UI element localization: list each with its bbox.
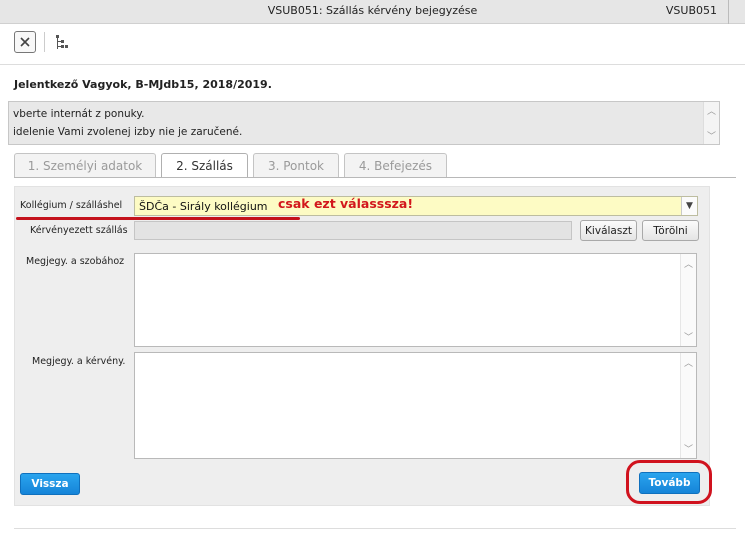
tab-strip-line bbox=[14, 177, 736, 178]
room-note-scrollbar[interactable]: ︿ ﹀ bbox=[680, 254, 696, 346]
dormitory-value: ŠDČa - Sirály kollégium bbox=[139, 200, 268, 213]
select-button[interactable]: Kiválaszt bbox=[580, 220, 637, 241]
toolbar bbox=[0, 24, 745, 62]
info-line-1: vberte internát z ponuky. bbox=[13, 108, 145, 120]
toolbar-divider bbox=[0, 64, 745, 65]
annotation-underline bbox=[16, 217, 300, 220]
request-note-label: Megjegy. a kérvény. bbox=[32, 356, 126, 367]
dormitory-select[interactable]: ŠDČa - Sirály kollégium ▼ bbox=[134, 196, 698, 216]
delete-button[interactable]: Törölni bbox=[642, 220, 699, 241]
scroll-up-icon[interactable]: ︿ bbox=[684, 356, 693, 369]
scroll-down-icon[interactable]: ﹀ bbox=[684, 330, 693, 343]
bottom-divider bbox=[14, 528, 736, 529]
requested-room-field bbox=[134, 221, 572, 240]
title-separator bbox=[728, 0, 729, 24]
highlight-circle bbox=[626, 460, 712, 504]
request-note-scrollbar[interactable]: ︿ ﹀ bbox=[680, 353, 696, 458]
requested-room-label: Kérvényezett szállás bbox=[30, 225, 128, 236]
tab-accommodation[interactable]: 2. Szállás bbox=[161, 153, 248, 178]
annotation-text: csak ezt válasssza! bbox=[278, 196, 414, 211]
close-icon bbox=[20, 37, 30, 47]
close-button[interactable] bbox=[14, 31, 36, 53]
info-line-2: idelenie Vami zvolenej izby nie je zaruč… bbox=[13, 126, 243, 138]
window-code: VSUB051 bbox=[665, 4, 717, 17]
dormitory-label: Kollégium / szálláshel bbox=[20, 200, 123, 211]
tab-points[interactable]: 3. Pontok bbox=[253, 153, 339, 177]
applicant-header: Jelentkező Vagyok, B-MJdb15, 2018/2019. bbox=[14, 78, 272, 91]
back-button[interactable]: Vissza bbox=[20, 473, 80, 495]
request-note-textarea[interactable]: ︿ ﹀ bbox=[134, 352, 697, 459]
scroll-up-icon[interactable]: ︿ bbox=[684, 257, 693, 270]
scroll-down-icon[interactable]: ﹀ bbox=[684, 442, 693, 455]
tab-personal-data[interactable]: 1. Személyi adatok bbox=[14, 153, 156, 177]
room-note-textarea[interactable]: ︿ ﹀ bbox=[134, 253, 697, 347]
hierarchy-icon[interactable] bbox=[54, 34, 70, 50]
info-box: vberte internát z ponuky. idelenie Vami … bbox=[8, 101, 720, 145]
title-bar: VSUB051: Szállás kérvény bejegyzése VSUB… bbox=[0, 0, 745, 24]
toolbar-separator bbox=[44, 32, 45, 52]
scroll-up-icon[interactable]: ︿ bbox=[707, 104, 716, 117]
info-scrollbar[interactable]: ︿ ﹀ bbox=[703, 102, 719, 144]
chevron-down-icon[interactable]: ▼ bbox=[681, 197, 697, 215]
scroll-down-icon[interactable]: ﹀ bbox=[707, 129, 716, 142]
room-note-label: Megjegy. a szobához bbox=[26, 256, 125, 267]
window-title: VSUB051: Szállás kérvény bejegyzése bbox=[267, 4, 478, 17]
tab-finish[interactable]: 4. Befejezés bbox=[344, 153, 447, 177]
